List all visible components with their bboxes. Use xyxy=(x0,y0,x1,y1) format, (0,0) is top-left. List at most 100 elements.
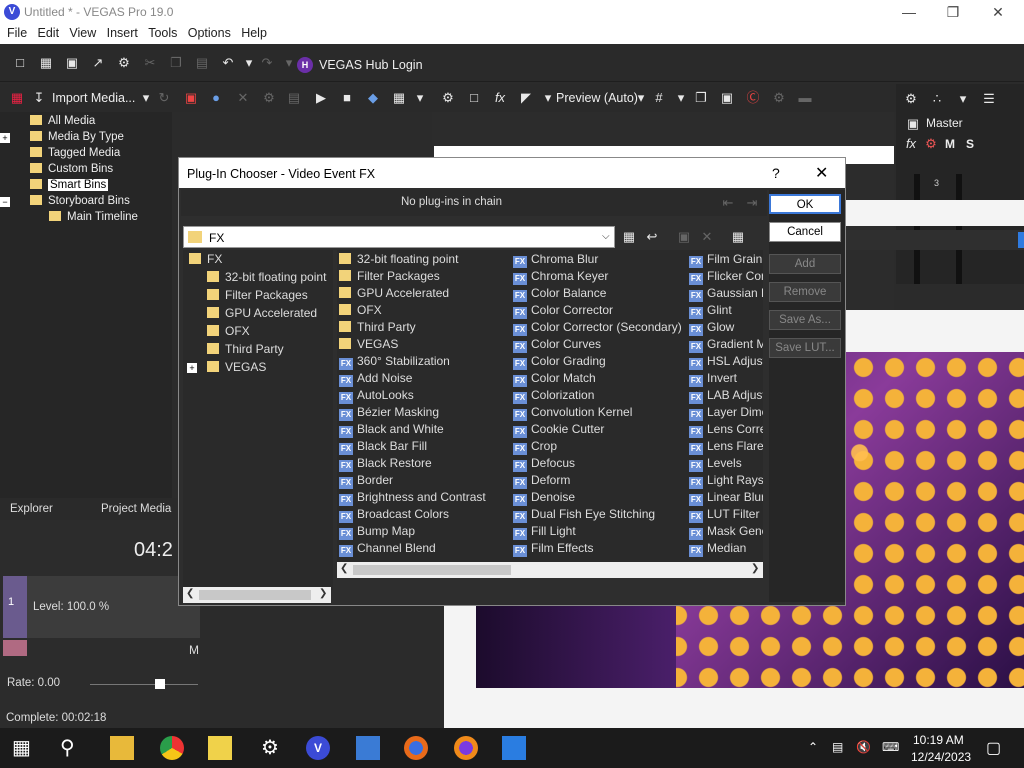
plugin-list-item[interactable]: FX Colorization xyxy=(513,388,594,405)
undo-icon[interactable]: ↶ xyxy=(221,56,235,70)
plugin-list-horizontal-scrollbar[interactable]: ❮ ❯ xyxy=(337,562,763,578)
menu-options[interactable]: Options xyxy=(181,24,231,40)
master-solo-button[interactable]: S xyxy=(966,137,974,151)
copy-snapshot-icon[interactable]: ❐ xyxy=(694,91,708,105)
remove-media-icon[interactable]: ✕ xyxy=(236,91,250,105)
vegas-icon[interactable]: Ⓒ xyxy=(746,91,760,105)
scroll-left-icon[interactable]: ❮ xyxy=(186,588,194,599)
plugin-list-item[interactable]: FX Black Bar Fill xyxy=(339,439,427,456)
plugin-list-item[interactable]: FX Border xyxy=(339,473,393,490)
plugin-list-item[interactable]: FX Film Grain xyxy=(689,252,762,269)
view-mode-icon[interactable]: ▦ xyxy=(731,230,745,244)
tree-item-gpu-accelerated[interactable]: GPU Accelerated xyxy=(207,306,317,324)
copy-icon[interactable]: ❐ xyxy=(169,56,183,70)
plugin-list-item[interactable]: VEGAS xyxy=(339,337,398,354)
tree-item-vegas[interactable]: + VEGAS xyxy=(187,360,266,378)
plugin-list-item[interactable]: FX Light Rays xyxy=(689,473,763,490)
scroll-left-icon[interactable]: ❮ xyxy=(340,563,348,574)
plugin-list-item[interactable]: FX LAB Adjust xyxy=(689,388,763,405)
sticky-notes-icon[interactable] xyxy=(208,736,232,760)
plugin-list-item[interactable]: FX Defocus xyxy=(513,456,575,473)
plugin-list-item[interactable]: FX Lens Corre xyxy=(689,422,763,439)
open-folder-icon[interactable]: ▦ xyxy=(39,56,53,70)
track-header-audio[interactable] xyxy=(3,640,27,656)
plugin-list-item[interactable]: FX Deform xyxy=(513,473,570,490)
tree-item-third-party[interactable]: Third Party xyxy=(207,342,284,360)
volume-muted-icon[interactable]: 🔇 xyxy=(856,740,871,754)
video-fx-icon[interactable]: fx xyxy=(493,91,507,105)
project-media-icon[interactable]: ▦ xyxy=(10,91,24,105)
grid-dropdown-icon[interactable]: ▾ xyxy=(674,91,688,105)
plugin-list-item[interactable]: FX Color Curves xyxy=(513,337,601,354)
mixer-add-bus-icon[interactable]: ∴ xyxy=(930,92,944,106)
clock-date[interactable]: 12/24/2023 xyxy=(911,750,971,764)
tree-item-media-by-type[interactable]: + Media By Type xyxy=(0,131,124,147)
new-file-icon[interactable]: □ xyxy=(13,56,27,70)
plugin-list-item[interactable]: FX AutoLooks xyxy=(339,388,414,405)
search-icon[interactable]: ⚲ xyxy=(60,736,84,760)
vegas-hub-login-button[interactable]: VEGAS Hub Login xyxy=(319,58,423,72)
tree-item-filter-packages[interactable]: Filter Packages xyxy=(207,288,308,306)
preview-quality-select[interactable]: Preview (Auto) xyxy=(556,91,638,105)
location-dropdown[interactable]: FX ⌵ xyxy=(183,226,615,248)
plugin-list-item[interactable]: FX Crop xyxy=(513,439,557,456)
plugin-list-item[interactable]: FX Color Corrector xyxy=(513,303,613,320)
play-icon[interactable]: ▶ xyxy=(314,91,328,105)
minimize-button[interactable]: — xyxy=(899,2,919,22)
tree-item-smart-bins[interactable]: Smart Bins xyxy=(30,179,109,195)
redo-icon[interactable]: ↷ xyxy=(260,56,274,70)
import-media-icon[interactable]: ↧ xyxy=(32,91,46,105)
plugin-list-item[interactable]: Third Party xyxy=(339,320,416,337)
remove-button[interactable]: Remove xyxy=(769,282,841,302)
chevron-down-icon[interactable]: ⌵ xyxy=(602,231,610,242)
scrollbar-thumb[interactable] xyxy=(353,565,511,575)
tree-item-storyboard-bins[interactable]: − Storyboard Bins xyxy=(0,195,130,211)
move-right-icon[interactable]: ⇥ xyxy=(745,196,759,210)
plugin-list-item[interactable]: FX Layer Dime xyxy=(689,405,763,422)
collapse-icon[interactable]: − xyxy=(0,197,10,207)
master-mute-button[interactable]: M xyxy=(945,137,955,151)
plugin-list-item[interactable]: FX Convolution Kernel xyxy=(513,405,632,422)
tree-item-tagged-media[interactable]: Tagged Media xyxy=(30,147,120,163)
import-dropdown-icon[interactable]: ▾ xyxy=(139,91,153,105)
tree-horizontal-scrollbar[interactable]: ❮ ❯ xyxy=(183,587,331,603)
plugin-list-item[interactable]: FX Black Restore xyxy=(339,456,432,473)
plugin-list-item[interactable]: 32-bit floating point xyxy=(339,252,458,269)
split-dropdown-icon[interactable]: ▾ xyxy=(541,91,555,105)
plugin-list-item[interactable]: FX Fill Light xyxy=(513,524,576,541)
expand-icon[interactable]: + xyxy=(0,133,10,143)
preview-properties-icon[interactable]: ⚙ xyxy=(441,91,455,105)
mixer-volume-icon[interactable]: ▾ xyxy=(956,92,970,106)
plugin-list-item[interactable]: FX Color Match xyxy=(513,371,596,388)
tab-explorer[interactable]: Explorer xyxy=(10,503,53,515)
plugin-list-item[interactable]: FX Levels xyxy=(689,456,742,473)
scopes-icon[interactable]: ⚙ xyxy=(772,91,786,105)
scroll-right-icon[interactable]: ❯ xyxy=(751,563,759,574)
mute-label[interactable]: M xyxy=(189,643,199,657)
media-generators-icon[interactable]: ● xyxy=(209,91,223,105)
plugin-list-item[interactable]: FX Color Grading xyxy=(513,354,606,371)
paste-icon[interactable]: ▤ xyxy=(195,56,209,70)
scroll-right-icon[interactable]: ❯ xyxy=(319,588,327,599)
save-icon[interactable]: ▣ xyxy=(65,56,79,70)
menu-tools[interactable]: Tools xyxy=(141,24,177,40)
move-left-icon[interactable]: ⇤ xyxy=(721,196,735,210)
delete-folder-icon[interactable]: ▣ xyxy=(677,230,691,244)
menu-file[interactable]: File xyxy=(0,24,27,40)
settings-gear-icon[interactable]: ⚙ xyxy=(117,56,131,70)
properties-icon[interactable]: ▤ xyxy=(287,91,301,105)
plugin-list-item[interactable]: FX Bump Map xyxy=(339,524,415,541)
master-fx-icon[interactable]: fx xyxy=(904,137,918,151)
plugin-list-item[interactable]: FX Glint xyxy=(689,303,732,320)
show-hidden-icons-chevron-icon[interactable]: ⌃ xyxy=(808,740,818,754)
help-button[interactable]: ? xyxy=(772,165,780,181)
master-checkbox-icon[interactable]: ▣ xyxy=(906,117,920,131)
restore-button[interactable]: ❐ xyxy=(943,2,963,22)
plugin-list-item[interactable]: FX Invert xyxy=(689,371,737,388)
plugin-list-item[interactable]: FX Channel Blend xyxy=(339,541,436,558)
plugin-list-item[interactable]: FX Dual Fish Eye Stitching xyxy=(513,507,655,524)
views-dropdown-icon[interactable]: ▾ xyxy=(413,91,427,105)
plugin-list-item[interactable]: FX Bézier Masking xyxy=(339,405,439,422)
close-window-button[interactable]: ✕ xyxy=(988,2,1008,22)
views-icon[interactable]: ▦ xyxy=(392,91,406,105)
